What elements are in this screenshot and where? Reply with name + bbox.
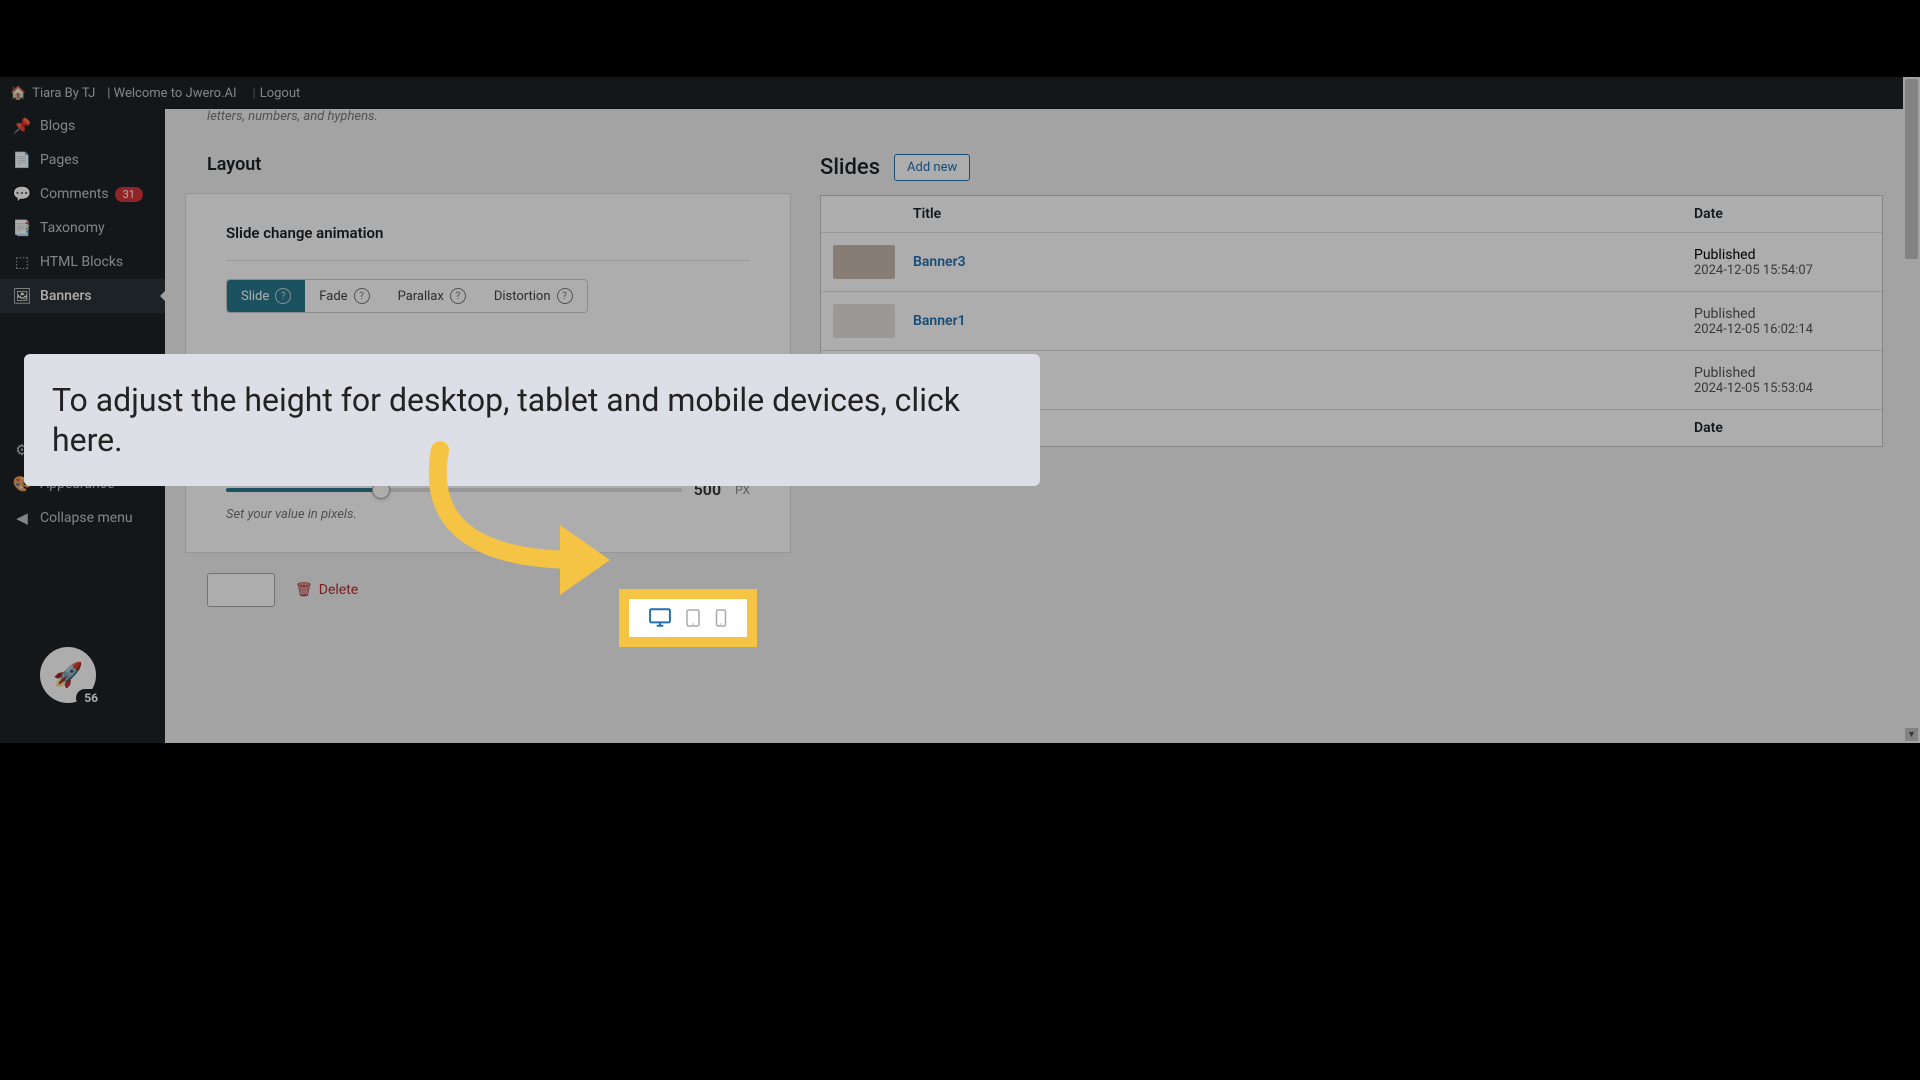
- status-text: Published: [1694, 365, 1870, 381]
- slide-title-link[interactable]: Banner3: [913, 254, 966, 270]
- sidebar-item-banners[interactable]: 🖼 Banners: [0, 279, 165, 313]
- slide-title-link[interactable]: Banner1: [913, 313, 966, 329]
- page-icon: 📄: [12, 151, 32, 169]
- table-header-row: Title Date: [821, 196, 1882, 233]
- sidebar-item-label: Collapse menu: [40, 510, 133, 526]
- help-icon[interactable]: ?: [354, 288, 370, 304]
- divider: [226, 260, 750, 261]
- delete-label: Delete: [319, 582, 358, 598]
- slug-help-text: letters, numbers, and hyphens.: [185, 109, 791, 124]
- slides-heading: Slides: [820, 155, 880, 180]
- tab-label: Fade: [319, 289, 347, 304]
- admin-topbar: 🏠 Tiara By TJ | Welcome to Jwero.AI | Lo…: [0, 77, 1903, 109]
- sidebar-item-label: Taxonomy: [40, 220, 105, 236]
- logout-link[interactable]: Logout: [260, 86, 301, 101]
- rocket-icon: 🚀: [53, 661, 83, 689]
- comment-icon: 💬: [12, 185, 32, 203]
- tab-label: Parallax: [398, 289, 444, 304]
- action-button[interactable]: [207, 573, 275, 607]
- delete-button[interactable]: 🗑 Delete: [295, 582, 358, 598]
- vertical-scrollbar[interactable]: ▼: [1903, 77, 1920, 743]
- slide-thumbnail: [833, 304, 895, 338]
- height-slider[interactable]: [226, 488, 682, 492]
- footer-date: Date: [1682, 410, 1882, 446]
- layout-heading: Layout: [185, 154, 791, 175]
- trash-icon: 🗑: [295, 582, 313, 598]
- sidebar-item-pages[interactable]: 📄 Pages: [0, 143, 165, 177]
- slide-thumbnail: [833, 245, 895, 279]
- welcome-link[interactable]: | Welcome to Jwero.AI: [107, 86, 236, 101]
- status-text: Published: [1694, 247, 1870, 263]
- animation-tab-distortion[interactable]: Distortion ?: [480, 280, 587, 312]
- height-help: Set your value in pixels.: [226, 507, 750, 522]
- sidebar-item-label: Banners: [40, 288, 92, 304]
- tutorial-callout: To adjust the height for desktop, tablet…: [24, 354, 1040, 486]
- rocket-button[interactable]: 🚀 56: [40, 647, 96, 703]
- callout-text: To adjust the height for desktop, tablet…: [52, 381, 960, 459]
- column-date[interactable]: Date: [1682, 196, 1882, 232]
- site-name-link[interactable]: Tiara By TJ: [32, 86, 95, 101]
- rocket-count-badge: 56: [76, 689, 106, 707]
- table-row[interactable]: Banner3 Published 2024-12-05 15:54:07: [821, 233, 1882, 292]
- sidebar-item-label: Blogs: [40, 118, 75, 134]
- taxonomy-icon: 📑: [12, 219, 32, 237]
- sidebar-item-collapse[interactable]: ◀ Collapse menu: [0, 501, 165, 535]
- sidebar-item-html-blocks[interactable]: ⬚ HTML Blocks: [0, 245, 165, 279]
- animation-tab-slide[interactable]: Slide ?: [227, 280, 305, 312]
- banner-icon: 🖼: [12, 287, 32, 305]
- help-icon[interactable]: ?: [275, 288, 291, 304]
- scroll-thumb[interactable]: [1905, 79, 1918, 259]
- tab-label: Slide: [241, 289, 269, 304]
- sidebar-item-label: HTML Blocks: [40, 254, 123, 270]
- sidebar-item-label: Pages: [40, 152, 79, 168]
- animation-tabs: Slide ? Fade ? Parallax ? Distortion ?: [226, 279, 588, 313]
- status-text: Published: [1694, 306, 1870, 322]
- html-icon: ⬚: [12, 253, 32, 271]
- sidebar-item-taxonomy[interactable]: 📑 Taxonomy: [0, 211, 165, 245]
- animation-tab-fade[interactable]: Fade ?: [305, 280, 383, 312]
- animation-section-title: Slide change animation: [226, 224, 750, 242]
- sidebar-item-comments[interactable]: 💬 Comments 31: [0, 177, 165, 211]
- collapse-icon: ◀: [12, 509, 32, 527]
- scroll-down-arrow[interactable]: ▼: [1905, 728, 1918, 741]
- table-row[interactable]: Banner1 Published 2024-12-05 16:02:14: [821, 292, 1882, 351]
- date-text: 2024-12-05 15:54:07: [1694, 263, 1870, 278]
- separator: |: [253, 86, 256, 101]
- pin-icon: 📌: [12, 117, 32, 135]
- sidebar-item-blogs[interactable]: 📌 Blogs: [0, 109, 165, 143]
- date-text: 2024-12-05 15:53:04: [1694, 381, 1870, 396]
- tab-label: Distortion: [494, 289, 551, 304]
- sidebar-item-label: Comments: [40, 186, 109, 202]
- column-title[interactable]: Title: [901, 196, 1682, 232]
- help-icon[interactable]: ?: [450, 288, 466, 304]
- home-icon: 🏠: [10, 86, 26, 101]
- add-new-button[interactable]: Add new: [894, 154, 970, 181]
- animation-tab-parallax[interactable]: Parallax ?: [384, 280, 480, 312]
- comments-count-badge: 31: [115, 187, 143, 202]
- date-text: 2024-12-05 16:02:14: [1694, 322, 1870, 337]
- help-icon[interactable]: ?: [557, 288, 573, 304]
- slider-fill: [226, 488, 381, 492]
